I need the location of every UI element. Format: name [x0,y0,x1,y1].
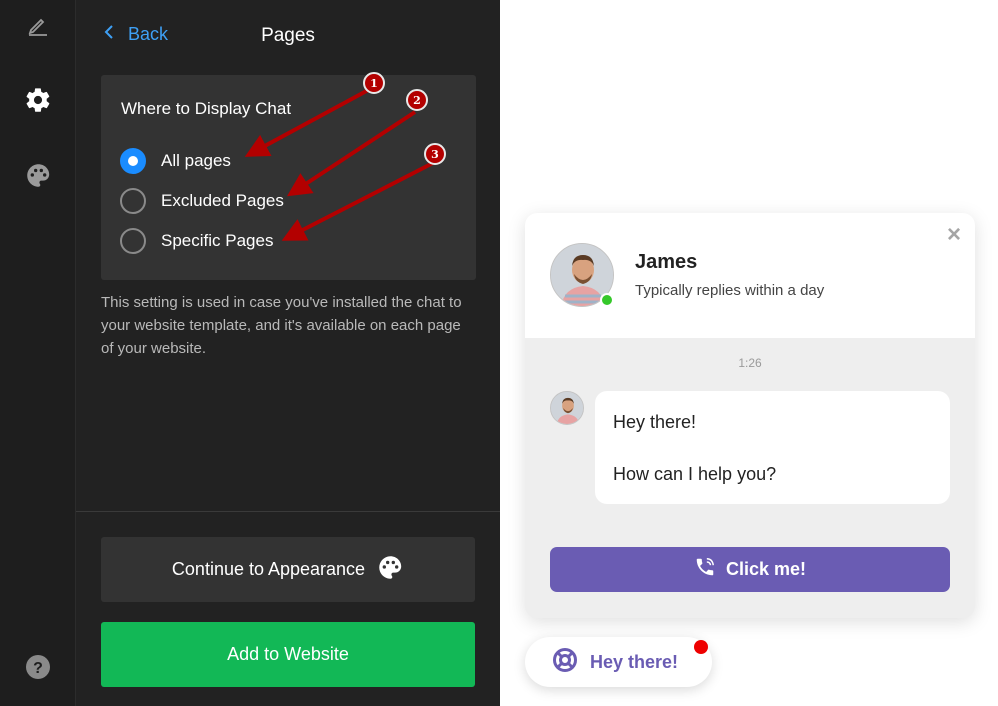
setting-description: This setting is used in case you've inst… [101,294,462,357]
phone-icon [694,556,716,583]
radio-specific-pages[interactable] [120,228,146,254]
continue-label: Continue to Appearance [171,559,366,579]
launcher-label: Hey there! [590,651,679,672]
message-timestamp: 1:26 [738,356,762,370]
option-label: Excluded Pages [161,191,284,210]
settings-panel: Back Pages Where to Display Chat All pag… [76,0,500,706]
gear-icon[interactable] [23,85,53,115]
annotation-badge: 1 [363,72,385,94]
message-bubble: Hey there! How can I help you? [595,391,950,504]
option-all-pages[interactable]: All pages [120,147,231,175]
add-to-website-button[interactable]: Add to Website [101,622,475,687]
palette-icon [377,554,404,586]
chat-header: × James Typically replies within a day [525,213,975,338]
icon-rail: ? [0,0,76,706]
option-specific-pages[interactable]: Specific Pages [120,227,273,255]
continue-to-appearance-button[interactable]: Continue to Appearance [101,537,475,602]
add-label: Add to Website [227,644,349,664]
close-icon[interactable]: × [947,223,961,247]
annotation-badge: 2 [406,89,428,111]
divider [76,511,500,512]
annotation-badge: 3 [424,143,446,165]
agent-name: James [635,251,698,273]
notification-dot [694,640,708,654]
svg-text:?: ? [33,660,43,677]
help-icon[interactable]: ? [23,652,53,682]
online-status-dot [600,293,614,307]
page-title: Pages [261,25,315,46]
edit-icon[interactable] [23,10,53,40]
option-excluded-pages[interactable]: Excluded Pages [120,187,284,215]
message-line: How can I help you? [613,464,777,484]
avatar [550,391,584,425]
click-me-button[interactable]: Click me! [550,547,950,592]
agent-status: Typically replies within a day [635,282,825,299]
radio-all-pages[interactable] [120,148,146,174]
option-label: Specific Pages [161,231,274,250]
radio-excluded-pages[interactable] [120,188,146,214]
palette-icon[interactable] [23,160,53,190]
card-heading: Where to Display Chat [121,99,292,118]
chat-launcher-button[interactable]: Hey there! [525,637,712,687]
option-label: All pages [161,151,231,170]
message-line: Hey there! [613,412,697,432]
lifebuoy-icon [552,647,578,678]
chat-widget: × James Typically replies within a day 1… [525,213,975,618]
cta-label: Click me! [725,559,807,579]
